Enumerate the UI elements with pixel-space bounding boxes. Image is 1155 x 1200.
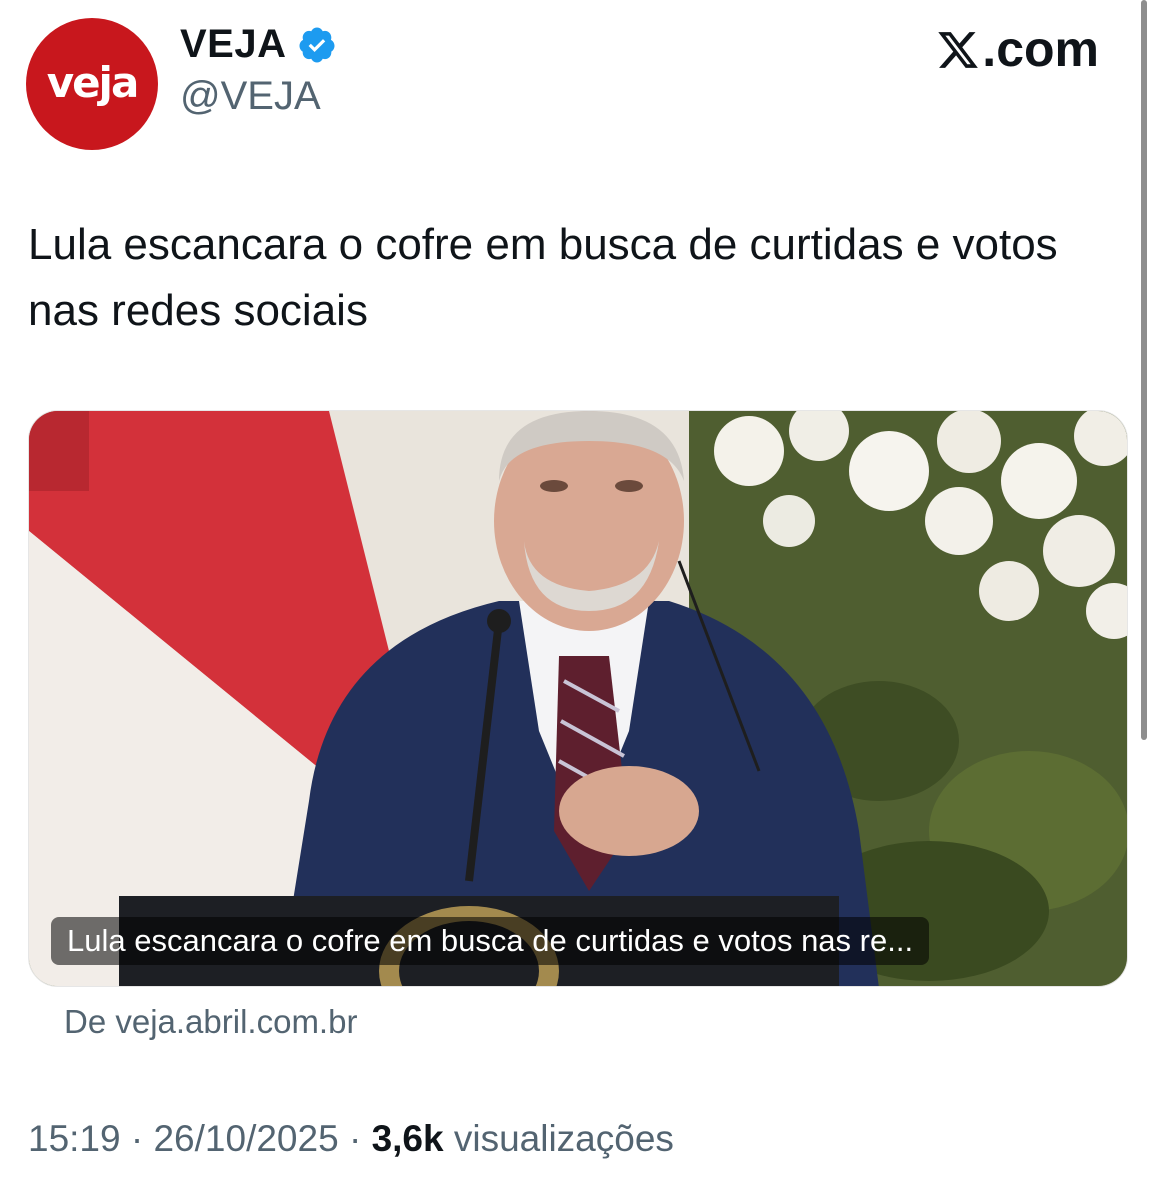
user-handle[interactable]: @VEJA: [180, 74, 321, 119]
tweet-text: Lula escancara o cofre em busca de curti…: [28, 220, 1058, 335]
article-photo: [29, 411, 1127, 986]
views-count: 3,6k: [371, 1118, 444, 1159]
display-name-row[interactable]: VEJA: [180, 22, 337, 67]
meta-separator: ·: [348, 1118, 362, 1159]
display-name: VEJA: [180, 22, 287, 66]
tweet-date[interactable]: 26/10/2025: [153, 1118, 338, 1159]
avatar[interactable]: veja: [26, 18, 158, 150]
avatar-logo-text: veja: [46, 57, 140, 107]
verified-badge-icon: [298, 27, 334, 62]
link-source[interactable]: De veja.abril.com.br: [64, 1003, 357, 1041]
meta-separator: ·: [130, 1118, 144, 1159]
x-logo-icon: [938, 32, 979, 68]
watermark-text: .com: [982, 21, 1099, 77]
views-label: visualizações: [453, 1118, 674, 1159]
link-card-caption: Lula escancara o cofre em busca de curti…: [51, 917, 930, 965]
link-preview-card[interactable]: Lula escancara o cofre em busca de curti…: [28, 410, 1128, 987]
x-com-watermark: .com: [936, 20, 1099, 78]
tweet-meta: 15:19 · 26/10/2025 · 3,6k visualizações: [28, 1118, 674, 1160]
scrollbar[interactable]: [1141, 0, 1147, 740]
tweet-time[interactable]: 15:19: [28, 1118, 121, 1159]
